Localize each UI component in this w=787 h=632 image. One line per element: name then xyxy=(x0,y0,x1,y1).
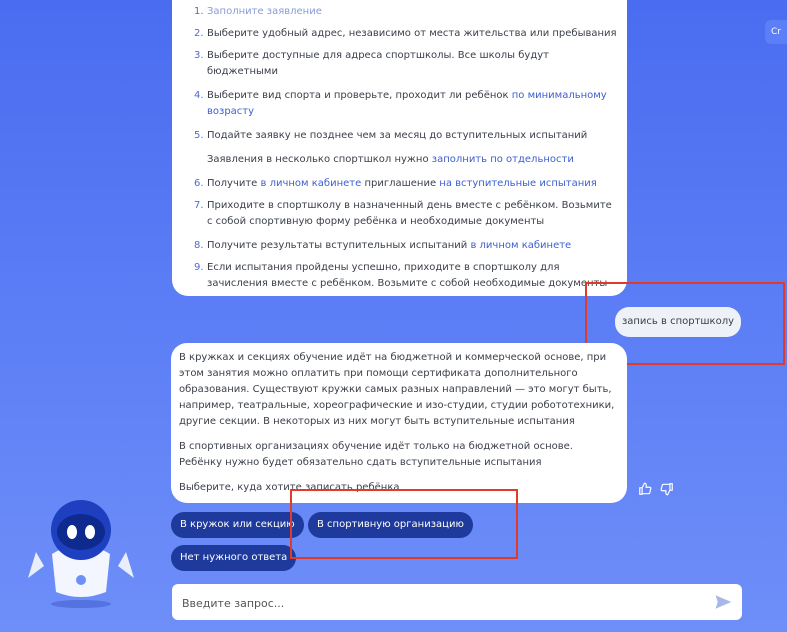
step-8: 8. Получите результаты вступительных исп… xyxy=(194,240,572,251)
thumbs-up-icon[interactable] xyxy=(638,482,652,500)
fill-separately-link[interactable]: заполнить по отдельности xyxy=(432,154,574,165)
step-2: 2. Выберите удобный адрес, независимо от… xyxy=(194,28,617,39)
step-5-note: Заявления в несколько спортшкол нужно за… xyxy=(207,154,574,165)
personal-account-link-2[interactable]: в личном кабинете xyxy=(470,240,571,251)
personal-account-link[interactable]: в личном кабинете xyxy=(261,178,362,189)
step-9: 9. Если испытания пройдены успешно, прих… xyxy=(194,262,608,289)
step-3: 3. Выберите доступные для адреса спортшк… xyxy=(194,50,549,77)
send-arrow-icon[interactable] xyxy=(714,593,732,611)
thumbs-down-icon[interactable] xyxy=(660,482,674,500)
query-input-bar xyxy=(172,584,742,620)
step-7: 7. Приходите в спортшколу в назначенный … xyxy=(194,200,612,227)
step-5: 5. Подайте заявку не позднее чем за меся… xyxy=(194,130,588,141)
entrance-tests-link[interactable]: на вступительные испытания xyxy=(439,178,596,189)
step-1-partial: 1. Заполните заявление xyxy=(194,6,322,17)
instructions-message: 1. Заполните заявление 2. Выберите удобн… xyxy=(172,0,627,296)
top-right-chip[interactable]: Cr xyxy=(765,20,787,44)
query-input[interactable] xyxy=(180,592,704,614)
highlight-sport-org xyxy=(290,489,518,559)
step-4: 4. Выберите вид спорта и проверьте, прох… xyxy=(194,90,607,117)
step-6: 6. Получите в личном кабинете приглашени… xyxy=(194,178,597,189)
bot-message: В кружках и секциях обучение идёт на бюд… xyxy=(171,343,627,503)
club-option-button[interactable]: В кружок или секцию xyxy=(171,512,304,538)
bot-paragraph-1: В кружках и секциях обучение идёт на бюд… xyxy=(179,352,615,427)
robot-mascot xyxy=(22,492,140,610)
no-answer-button[interactable]: Нет нужного ответа xyxy=(171,545,297,571)
bot-paragraph-2: В спортивных организациях обучение идёт … xyxy=(179,441,573,468)
